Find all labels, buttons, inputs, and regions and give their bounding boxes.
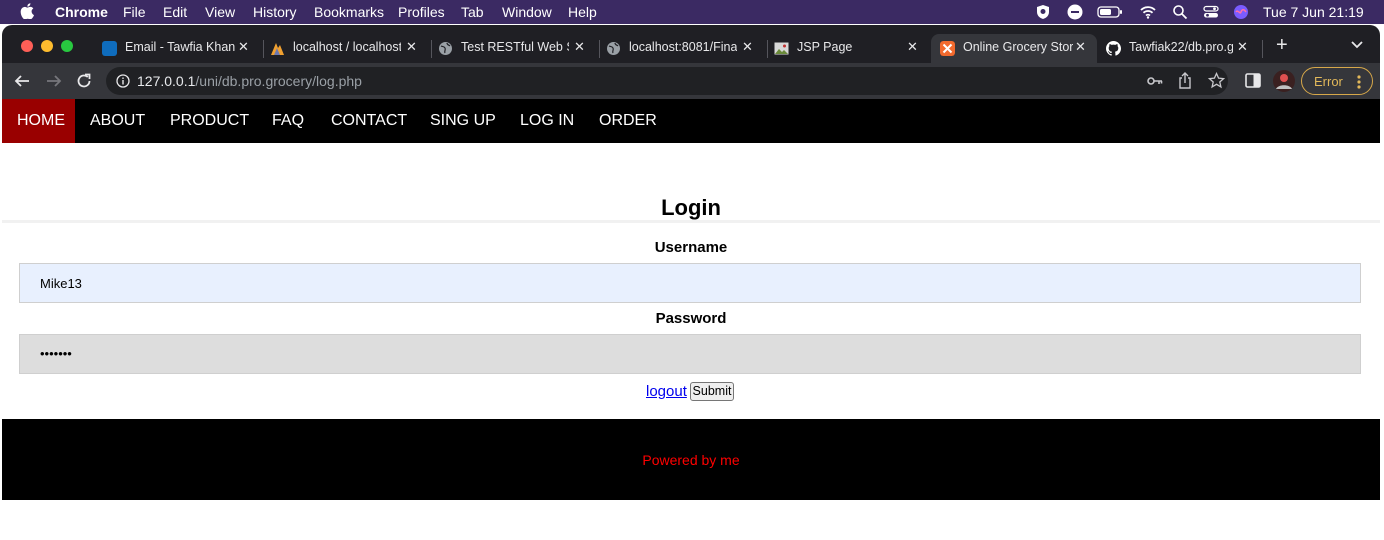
password-input[interactable]: •••••••	[19, 334, 1361, 374]
phpmyadmin-icon	[271, 43, 284, 55]
menu-history[interactable]: History	[253, 4, 297, 20]
submit-button[interactable]: Submit	[690, 382, 734, 401]
browser-toolbar: 127.0.0.1/uni/db.pro.grocery/log.php Err…	[2, 63, 1380, 99]
bookmark-star-icon[interactable]	[1208, 72, 1225, 89]
menu-help[interactable]: Help	[568, 4, 597, 20]
image-icon	[774, 42, 789, 55]
site-footer: Powered by me	[2, 419, 1380, 500]
close-tab-icon[interactable]: ✕	[406, 39, 417, 55]
nav-home[interactable]: HOME	[2, 99, 75, 143]
menu-file[interactable]: File	[123, 4, 146, 20]
tab-email[interactable]: Email - Tawfia Khan ✕	[102, 34, 257, 63]
globe-icon	[439, 42, 452, 55]
tab-separator	[599, 40, 600, 58]
globe-icon	[607, 42, 620, 55]
menubar-datetime[interactable]: Tue 7 Jun 21:19	[1263, 4, 1364, 20]
close-tab-icon[interactable]: ✕	[1075, 39, 1086, 55]
vpn-shield-icon[interactable]	[1035, 4, 1051, 20]
nav-contact[interactable]: CONTACT	[316, 99, 422, 143]
close-tab-icon[interactable]: ✕	[574, 39, 585, 55]
url-path: /uni/db.pro.grocery/log.php	[195, 73, 362, 89]
web-page: HOME ABOUT PRODUCT FAQ CONTACT SING UP L…	[2, 99, 1380, 540]
new-tab-icon[interactable]: +	[1276, 34, 1288, 57]
profile-avatar[interactable]	[1272, 69, 1296, 93]
close-tab-icon[interactable]: ✕	[907, 39, 918, 55]
minimize-window-button[interactable]	[41, 40, 53, 52]
footer-text: Powered by me	[642, 452, 740, 468]
tab-separator	[1262, 40, 1263, 58]
nav-log-in[interactable]: LOG IN	[505, 99, 589, 143]
github-icon	[1106, 41, 1121, 56]
page-title: Login	[661, 195, 721, 220]
zoom-window-button[interactable]	[61, 40, 73, 52]
tab-online-grocery[interactable]: Online Grocery Stor ✕	[931, 34, 1097, 63]
tab-separator	[431, 40, 432, 58]
nav-sign-up[interactable]: SING UP	[415, 99, 511, 143]
tab-localhost-8081[interactable]: localhost:8081/Fina ✕	[606, 34, 761, 63]
tab-separator	[767, 40, 768, 58]
nav-order[interactable]: ORDER	[584, 99, 672, 143]
profile-error-button[interactable]: Error	[1301, 67, 1373, 95]
tab-title: localhost:8081/Fina	[629, 40, 737, 54]
browser-window: Email - Tawfia Khan ✕ localhost / localh…	[2, 25, 1380, 540]
username-input[interactable]	[19, 263, 1361, 303]
tab-search-chevron-icon[interactable]	[1351, 41, 1363, 49]
tab-jsp-page[interactable]: JSP Page ✕	[774, 34, 924, 63]
password-key-icon[interactable]	[1147, 76, 1163, 86]
menu-edit[interactable]: Edit	[163, 4, 187, 20]
tab-phpmyadmin[interactable]: localhost / localhost ✕	[270, 34, 425, 63]
focus-minus-icon[interactable]	[1067, 4, 1083, 20]
tab-separator	[263, 40, 264, 58]
tab-title: JSP Page	[797, 40, 853, 54]
forward-arrow-icon[interactable]	[46, 73, 62, 89]
nav-product[interactable]: PRODUCT	[155, 99, 264, 143]
tab-title: Tawfiak22/db.pro.g	[1129, 40, 1233, 54]
tab-github[interactable]: Tawfiak22/db.pro.g ✕	[1106, 34, 1256, 63]
menu-tab[interactable]: Tab	[461, 4, 484, 20]
close-window-button[interactable]	[21, 40, 33, 52]
menu-profiles[interactable]: Profiles	[398, 4, 445, 20]
password-label: Password	[655, 310, 727, 327]
kebab-menu-icon	[1357, 75, 1361, 89]
nav-about[interactable]: ABOUT	[75, 99, 160, 143]
site-navbar: HOME ABOUT PRODUCT FAQ CONTACT SING UP L…	[2, 99, 1380, 143]
close-tab-icon[interactable]: ✕	[1237, 39, 1248, 55]
apple-icon[interactable]	[20, 3, 34, 19]
back-arrow-icon[interactable]	[14, 73, 30, 89]
wifi-icon[interactable]	[1140, 4, 1156, 20]
outlook-icon	[102, 41, 117, 56]
url-text[interactable]: 127.0.0.1/uni/db.pro.grocery/log.php	[137, 73, 362, 89]
tab-title: Email - Tawfia Khan	[125, 40, 235, 54]
xampp-icon	[940, 41, 955, 56]
tab-title: localhost / localhost	[293, 40, 401, 54]
tab-strip: Email - Tawfia Khan ✕ localhost / localh…	[2, 25, 1380, 63]
menu-view[interactable]: View	[205, 4, 235, 20]
nav-faq[interactable]: FAQ	[257, 99, 319, 143]
site-info-icon[interactable]	[116, 74, 130, 88]
macos-menu-bar: Chrome File Edit View History Bookmarks …	[0, 0, 1384, 24]
tab-restful[interactable]: Test RESTful Web S ✕	[438, 34, 593, 63]
share-icon[interactable]	[1178, 72, 1192, 89]
username-label: Username	[654, 239, 728, 256]
siri-icon[interactable]	[1233, 4, 1249, 20]
logout-link[interactable]: logout	[646, 383, 687, 400]
url-host: 127.0.0.1	[137, 73, 196, 89]
error-label: Error	[1314, 74, 1343, 89]
menu-app-name[interactable]: Chrome	[55, 4, 108, 20]
spotlight-search-icon[interactable]	[1172, 4, 1188, 20]
menu-window[interactable]: Window	[502, 4, 552, 20]
close-tab-icon[interactable]: ✕	[742, 39, 753, 55]
reload-icon[interactable]	[76, 73, 92, 89]
close-tab-icon[interactable]: ✕	[238, 39, 249, 55]
control-center-icon[interactable]	[1203, 4, 1219, 20]
tab-title: Online Grocery Stor	[963, 40, 1073, 54]
side-panel-icon[interactable]	[1245, 73, 1261, 88]
tab-title: Test RESTful Web S	[461, 40, 569, 54]
menu-bookmarks[interactable]: Bookmarks	[314, 4, 384, 20]
battery-icon[interactable]	[1097, 4, 1123, 20]
